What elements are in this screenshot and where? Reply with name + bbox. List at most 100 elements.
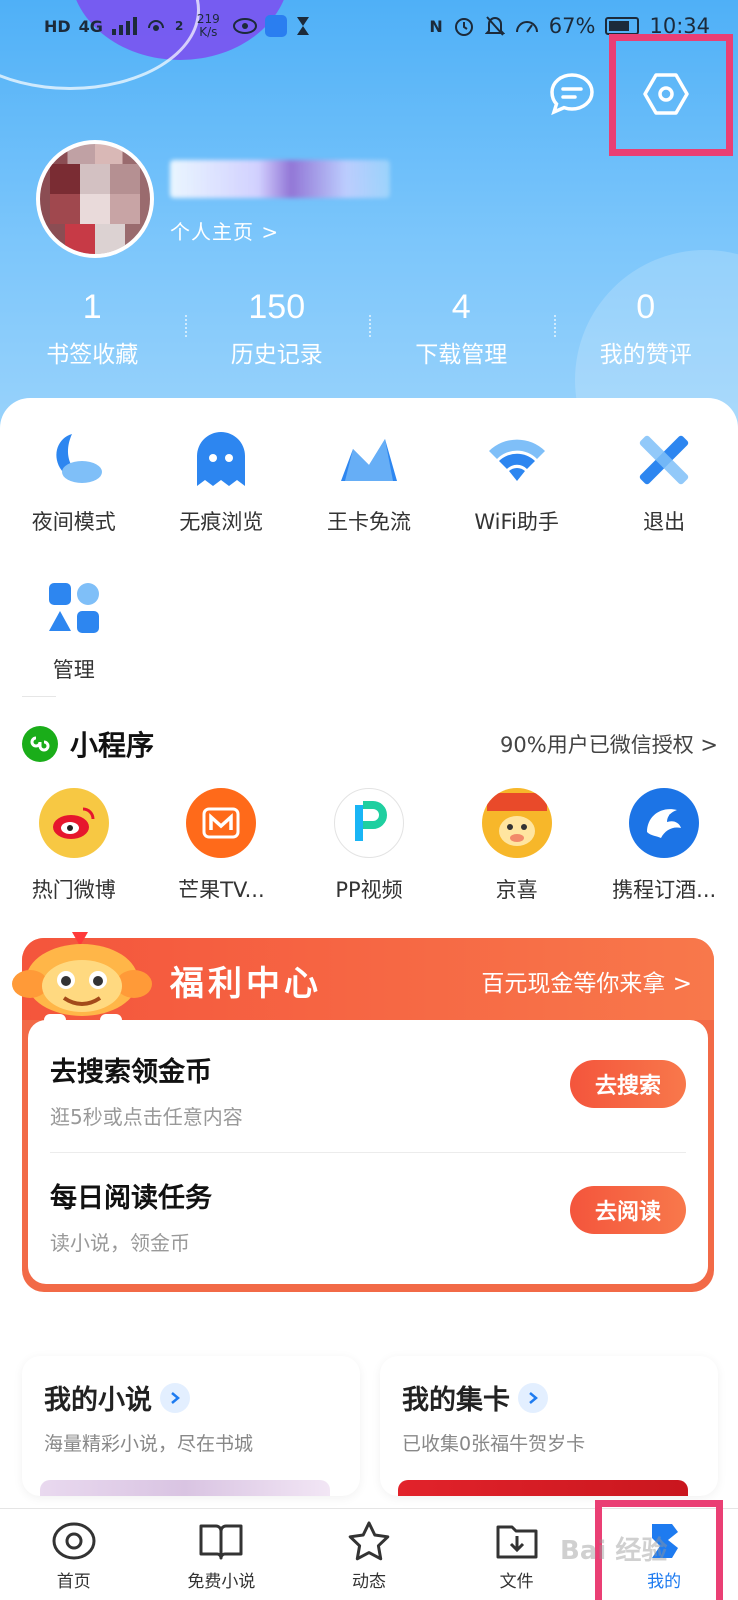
card-my-cards[interactable]: 我的集卡 已收集0张福牛贺岁卡 (380, 1356, 718, 1496)
tab-label: 动态 (351, 1572, 386, 1592)
network-4g-icon: 4G (78, 16, 103, 36)
app-status-icon (265, 15, 288, 37)
hd-icon: HD (44, 16, 71, 36)
ghost-icon (189, 428, 253, 492)
stat-likes-comments[interactable]: 0 我的赞评 (553, 285, 738, 369)
tab-home[interactable]: 首页 (0, 1509, 148, 1600)
tool-manage[interactable]: 管理 (0, 576, 148, 684)
tool-label: 无痕浏览 (179, 510, 264, 534)
exit-x-icon (632, 428, 696, 492)
profile-header: HD 4G 2 219 K/s N 67% 10:34 个人主页 > 1 书签收… (0, 0, 738, 440)
moon-cloud-icon (42, 428, 106, 492)
manage-shapes-icon (42, 576, 106, 640)
tool-incognito[interactable]: 无痕浏览 (148, 428, 296, 536)
signal-icon (111, 17, 137, 35)
mute-bell-icon (484, 16, 505, 36)
stat-history[interactable]: 150 历史记录 (184, 285, 370, 369)
tool-label: 管理 (52, 658, 95, 682)
task-reading: 每日阅读任务 读小说，领金币 去阅读 (50, 1176, 686, 1276)
tool-label: 夜间模式 (31, 510, 116, 534)
tools-grid: 夜间模式 无痕浏览 王卡免流 WiFi助手 退出 管理 (0, 428, 738, 684)
chevron-right-icon (160, 1382, 190, 1413)
stat-label: 我的赞评 (599, 342, 692, 368)
mini-program-label: 热门微博 (31, 878, 116, 902)
mini-program-logo-icon (22, 726, 58, 762)
weibo-icon (38, 788, 109, 858)
folder-download-icon (495, 1519, 539, 1563)
tab-label: 免费小说 (187, 1572, 256, 1592)
mini-program-label: PP视频 (335, 878, 403, 902)
message-button[interactable] (548, 70, 596, 118)
welfare-more-link[interactable]: 百元现金等你来拿 > (481, 964, 692, 998)
welfare-title: 福利中心 (170, 964, 322, 1004)
ctrip-dolphin-icon (629, 788, 700, 858)
card-title: 我的集卡 (402, 1385, 510, 1416)
star-icon (347, 1519, 391, 1563)
tool-label: WiFi助手 (474, 510, 559, 534)
main-panel: 夜间模式 无痕浏览 王卡免流 WiFi助手 退出 管理 小程序 90%用户已微信… (0, 398, 738, 1508)
hourglass-icon (297, 17, 310, 35)
mini-program-pp-video[interactable]: PP视频 (295, 788, 443, 904)
stat-label: 书签收藏 (46, 342, 139, 368)
welfare-tasks: 去搜索领金币 逛5秒或点击任意内容 去搜索 每日阅读任务 读小说，领金币 去阅读 (28, 1020, 708, 1284)
tool-night-mode[interactable]: 夜间模式 (0, 428, 148, 536)
stat-bookmarks[interactable]: 1 书签收藏 (0, 285, 185, 369)
mini-program-jingxi[interactable]: 京喜 (443, 788, 591, 904)
card-my-novels[interactable]: 我的小说 海量精彩小说，尽在书城 (22, 1356, 360, 1496)
tool-exit[interactable]: 退出 (590, 428, 738, 536)
stat-value: 150 (248, 288, 306, 326)
lion-mascot-icon (8, 928, 158, 1032)
pp-video-icon (333, 788, 404, 858)
mini-program-header: 小程序 90%用户已微信授权 > (22, 724, 718, 764)
task-divider (50, 1152, 686, 1153)
tab-free-novels[interactable]: 免费小说 (148, 1509, 296, 1600)
mini-program-label: 携程订酒... (612, 878, 717, 902)
avatar[interactable] (36, 140, 154, 258)
eye-status-icon (233, 18, 258, 34)
mini-program-auth-link[interactable]: 90%用户已微信授权 > (500, 729, 718, 759)
mango-tv-icon (186, 788, 257, 858)
tool-label: 退出 (643, 510, 686, 534)
baidu-watermark: Bai 经验 (560, 1536, 668, 1566)
stats-row: 1 书签收藏 150 历史记录 4 下载管理 0 我的赞评 (0, 285, 738, 369)
profile-home-link[interactable]: 个人主页 > (170, 216, 279, 245)
stat-label: 历史记录 (230, 342, 323, 368)
wifi-icon (485, 428, 549, 492)
card-preview-image (40, 1480, 330, 1496)
nfc-icon: N (429, 16, 443, 36)
tab-feed[interactable]: 动态 (295, 1509, 443, 1600)
feature-cards: 我的小说 海量精彩小说，尽在书城 我的集卡 已收集0张福牛贺岁卡 (22, 1356, 718, 1496)
card-preview-image (398, 1480, 688, 1496)
mini-program-label: 芒果TV... (178, 878, 265, 902)
username-blurred (170, 160, 390, 198)
tool-label: 王卡免流 (326, 510, 411, 534)
card-subtitle: 已收集0张福牛贺岁卡 (402, 1433, 586, 1455)
tab-label: 文件 (499, 1572, 534, 1592)
stat-downloads[interactable]: 4 下载管理 (369, 285, 554, 369)
mini-program-mango-tv[interactable]: 芒果TV... (148, 788, 296, 904)
welfare-center-card: 福利中心 百元现金等你来拿 > 去搜索领金币 逛5秒或点击任意内容 去搜索 每日… (12, 932, 714, 1292)
task-search: 去搜索领金币 逛5秒或点击任意内容 去搜索 (50, 1050, 686, 1150)
mini-program-ctrip[interactable]: 携程订酒... (590, 788, 738, 904)
mini-program-list: 热门微博 芒果TV... PP视频 京喜 携程订酒... (0, 788, 738, 904)
mini-program-label: 京喜 (495, 878, 538, 902)
tool-wangka[interactable]: 王卡免流 (295, 428, 443, 536)
mini-program-title: 小程序 (70, 729, 155, 762)
data-speed: 219 K/s (196, 12, 220, 39)
signal-count: 2 (174, 19, 184, 33)
stat-value: 0 (636, 288, 656, 326)
battery-icon (605, 17, 640, 35)
jingxi-icon (481, 788, 552, 858)
crown-icon (337, 428, 401, 492)
go-search-button[interactable]: 去搜索 (570, 1060, 686, 1108)
stat-value: 1 (82, 288, 102, 326)
stat-value: 4 (451, 288, 471, 326)
chat-bubble-icon (550, 73, 594, 116)
divider (22, 696, 56, 697)
mini-program-weibo[interactable]: 热门微博 (0, 788, 148, 904)
go-read-button[interactable]: 去阅读 (570, 1186, 686, 1234)
tool-wifi-helper[interactable]: WiFi助手 (443, 428, 591, 536)
alarm-icon (454, 18, 473, 36)
book-icon (199, 1519, 243, 1563)
card-title: 我的小说 (44, 1385, 152, 1416)
